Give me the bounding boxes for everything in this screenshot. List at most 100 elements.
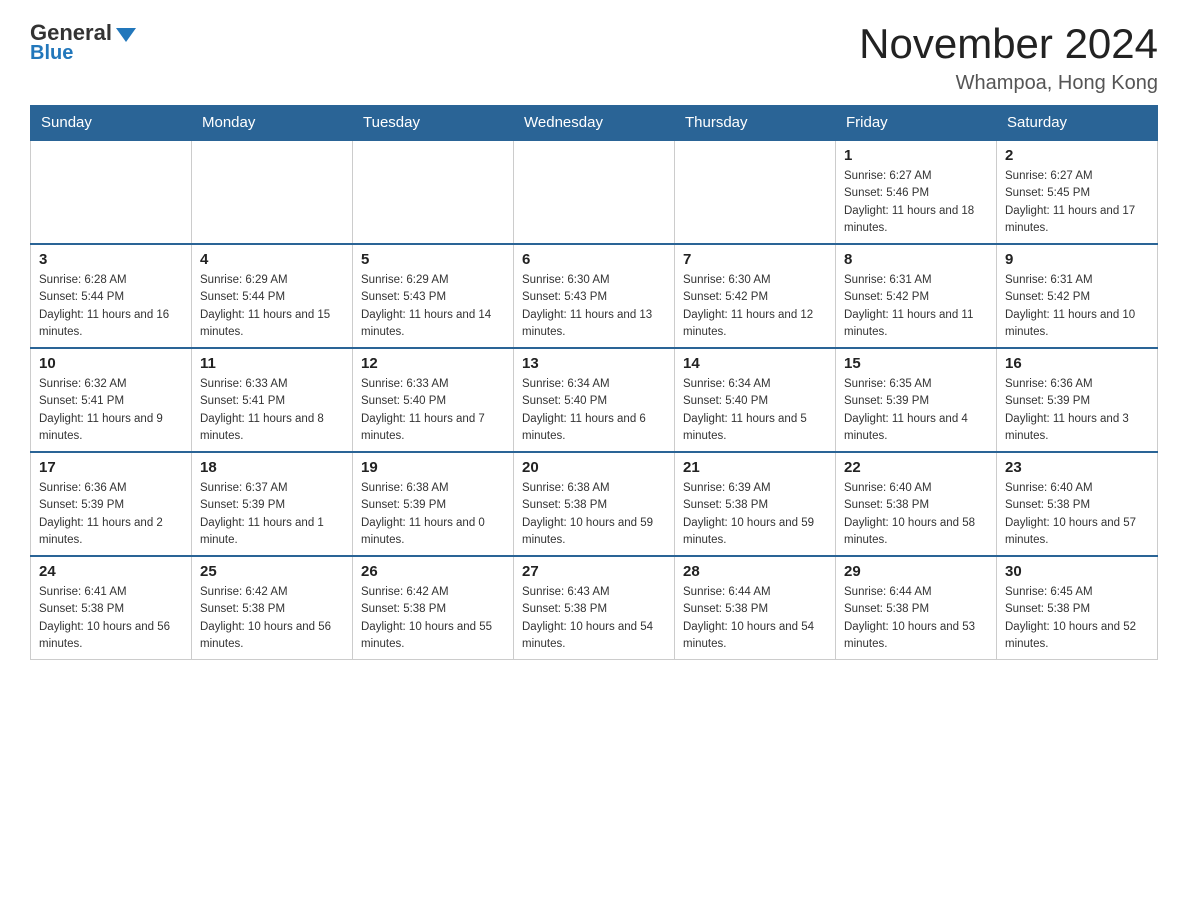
day-info: Sunrise: 6:29 AM Sunset: 5:44 PM Dayligh… [200,272,344,341]
day-number: 23 [1005,459,1149,476]
calendar-cell: 11 Sunrise: 6:33 AM Sunset: 5:41 PM Dayli… [192,348,353,452]
day-number: 26 [361,563,505,580]
day-number: 21 [683,459,827,476]
day-info: Sunrise: 6:40 AM Sunset: 5:38 PM Dayligh… [1005,480,1149,549]
day-info: Sunrise: 6:43 AM Sunset: 5:38 PM Dayligh… [522,584,666,653]
day-info: Sunrise: 6:44 AM Sunset: 5:38 PM Dayligh… [844,584,988,653]
calendar-table: SundayMondayTuesdayWednesdayThursdayFrid… [30,105,1158,660]
day-header-thursday: Thursday [675,106,836,141]
day-info: Sunrise: 6:31 AM Sunset: 5:42 PM Dayligh… [844,272,988,341]
day-number: 15 [844,355,988,372]
day-number: 3 [39,251,183,268]
week-row-4: 17 Sunrise: 6:36 AM Sunset: 5:39 PM Dayli… [31,452,1158,556]
calendar-cell: 8 Sunrise: 6:31 AM Sunset: 5:42 PM Daylig… [836,244,997,348]
day-number: 9 [1005,251,1149,268]
day-info: Sunrise: 6:34 AM Sunset: 5:40 PM Dayligh… [522,376,666,445]
calendar-cell: 18 Sunrise: 6:37 AM Sunset: 5:39 PM Dayli… [192,452,353,556]
calendar-cell: 23 Sunrise: 6:40 AM Sunset: 5:38 PM Dayli… [997,452,1158,556]
day-header-friday: Friday [836,106,997,141]
day-info: Sunrise: 6:33 AM Sunset: 5:40 PM Dayligh… [361,376,505,445]
calendar-cell: 5Sunrise: 6:29 AM Sunset: 5:43 PM Daylig… [353,244,514,348]
day-header-tuesday: Tuesday [353,106,514,141]
calendar-cell: 19 Sunrise: 6:38 AM Sunset: 5:39 PM Dayli… [353,452,514,556]
day-number: 12 [361,355,505,372]
calendar-cell: 17 Sunrise: 6:36 AM Sunset: 5:39 PM Dayli… [31,452,192,556]
day-info: Sunrise: 6:32 AM Sunset: 5:41 PM Dayligh… [39,376,183,445]
calendar-cell: 13 Sunrise: 6:34 AM Sunset: 5:40 PM Dayli… [514,348,675,452]
day-number: 2 [1005,147,1149,164]
day-header-wednesday: Wednesday [514,106,675,141]
calendar-cell: 24 Sunrise: 6:41 AM Sunset: 5:38 PM Dayli… [31,556,192,660]
day-number: 8 [844,251,988,268]
header: General Blue November 2024 Whampoa, Hong… [30,20,1158,95]
calendar-cell: 29 Sunrise: 6:44 AM Sunset: 5:38 PM Dayli… [836,556,997,660]
day-number: 14 [683,355,827,372]
day-number: 5 [361,251,505,268]
day-number: 1 [844,147,988,164]
day-info: Sunrise: 6:41 AM Sunset: 5:38 PM Dayligh… [39,584,183,653]
calendar-cell [192,140,353,244]
week-row-1: 1 Sunrise: 6:27 AM Sunset: 5:46 PM Daylig… [31,140,1158,244]
day-info: Sunrise: 6:27 AM Sunset: 5:45 PM Dayligh… [1005,168,1149,237]
week-row-2: 3Sunrise: 6:28 AM Sunset: 5:44 PM Daylig… [31,244,1158,348]
day-number: 6 [522,251,666,268]
day-info: Sunrise: 6:36 AM Sunset: 5:39 PM Dayligh… [39,480,183,549]
day-number: 11 [200,355,344,372]
day-number: 28 [683,563,827,580]
day-number: 4 [200,251,344,268]
calendar-cell: 1 Sunrise: 6:27 AM Sunset: 5:46 PM Daylig… [836,140,997,244]
calendar-cell: 26 Sunrise: 6:42 AM Sunset: 5:38 PM Dayli… [353,556,514,660]
week-row-5: 24 Sunrise: 6:41 AM Sunset: 5:38 PM Dayli… [31,556,1158,660]
day-number: 22 [844,459,988,476]
calendar-cell: 25 Sunrise: 6:42 AM Sunset: 5:38 PM Dayli… [192,556,353,660]
day-number: 17 [39,459,183,476]
logo-blue-text: Blue [30,42,73,65]
day-info: Sunrise: 6:42 AM Sunset: 5:38 PM Dayligh… [361,584,505,653]
day-info: Sunrise: 6:36 AM Sunset: 5:39 PM Dayligh… [1005,376,1149,445]
calendar-cell [514,140,675,244]
day-number: 10 [39,355,183,372]
header-row: SundayMondayTuesdayWednesdayThursdayFrid… [31,106,1158,141]
day-number: 24 [39,563,183,580]
day-info: Sunrise: 6:27 AM Sunset: 5:46 PM Dayligh… [844,168,988,237]
calendar-title: November 2024 [859,20,1158,68]
day-info: Sunrise: 6:40 AM Sunset: 5:38 PM Dayligh… [844,480,988,549]
calendar-cell: 21 Sunrise: 6:39 AM Sunset: 5:38 PM Dayli… [675,452,836,556]
calendar-cell: 14Sunrise: 6:34 AM Sunset: 5:40 PM Dayli… [675,348,836,452]
calendar-cell: 16Sunrise: 6:36 AM Sunset: 5:39 PM Dayli… [997,348,1158,452]
day-number: 29 [844,563,988,580]
day-info: Sunrise: 6:38 AM Sunset: 5:38 PM Dayligh… [522,480,666,549]
day-number: 18 [200,459,344,476]
calendar-cell: 27Sunrise: 6:43 AM Sunset: 5:38 PM Dayli… [514,556,675,660]
day-info: Sunrise: 6:30 AM Sunset: 5:43 PM Dayligh… [522,272,666,341]
week-row-3: 10 Sunrise: 6:32 AM Sunset: 5:41 PM Dayli… [31,348,1158,452]
logo: General Blue [30,20,136,65]
day-info: Sunrise: 6:45 AM Sunset: 5:38 PM Dayligh… [1005,584,1149,653]
calendar-cell: 12 Sunrise: 6:33 AM Sunset: 5:40 PM Dayli… [353,348,514,452]
calendar-cell: 30Sunrise: 6:45 AM Sunset: 5:38 PM Dayli… [997,556,1158,660]
day-number: 13 [522,355,666,372]
calendar-cell [31,140,192,244]
day-number: 7 [683,251,827,268]
calendar-cell: 9Sunrise: 6:31 AM Sunset: 5:42 PM Daylig… [997,244,1158,348]
day-info: Sunrise: 6:44 AM Sunset: 5:38 PM Dayligh… [683,584,827,653]
title-area: November 2024 Whampoa, Hong Kong [859,20,1158,95]
day-info: Sunrise: 6:30 AM Sunset: 5:42 PM Dayligh… [683,272,827,341]
day-info: Sunrise: 6:37 AM Sunset: 5:39 PM Dayligh… [200,480,344,549]
day-header-monday: Monday [192,106,353,141]
day-number: 20 [522,459,666,476]
day-header-sunday: Sunday [31,106,192,141]
day-number: 25 [200,563,344,580]
calendar-cell: 22 Sunrise: 6:40 AM Sunset: 5:38 PM Dayli… [836,452,997,556]
day-number: 19 [361,459,505,476]
day-info: Sunrise: 6:33 AM Sunset: 5:41 PM Dayligh… [200,376,344,445]
day-info: Sunrise: 6:42 AM Sunset: 5:38 PM Dayligh… [200,584,344,653]
day-info: Sunrise: 6:35 AM Sunset: 5:39 PM Dayligh… [844,376,988,445]
calendar-cell: 2 Sunrise: 6:27 AM Sunset: 5:45 PM Daylig… [997,140,1158,244]
day-info: Sunrise: 6:38 AM Sunset: 5:39 PM Dayligh… [361,480,505,549]
calendar-cell: 15 Sunrise: 6:35 AM Sunset: 5:39 PM Dayli… [836,348,997,452]
calendar-cell: 28 Sunrise: 6:44 AM Sunset: 5:38 PM Dayli… [675,556,836,660]
logo-arrow-icon [116,28,136,42]
calendar-cell: 20 Sunrise: 6:38 AM Sunset: 5:38 PM Dayli… [514,452,675,556]
day-info: Sunrise: 6:39 AM Sunset: 5:38 PM Dayligh… [683,480,827,549]
